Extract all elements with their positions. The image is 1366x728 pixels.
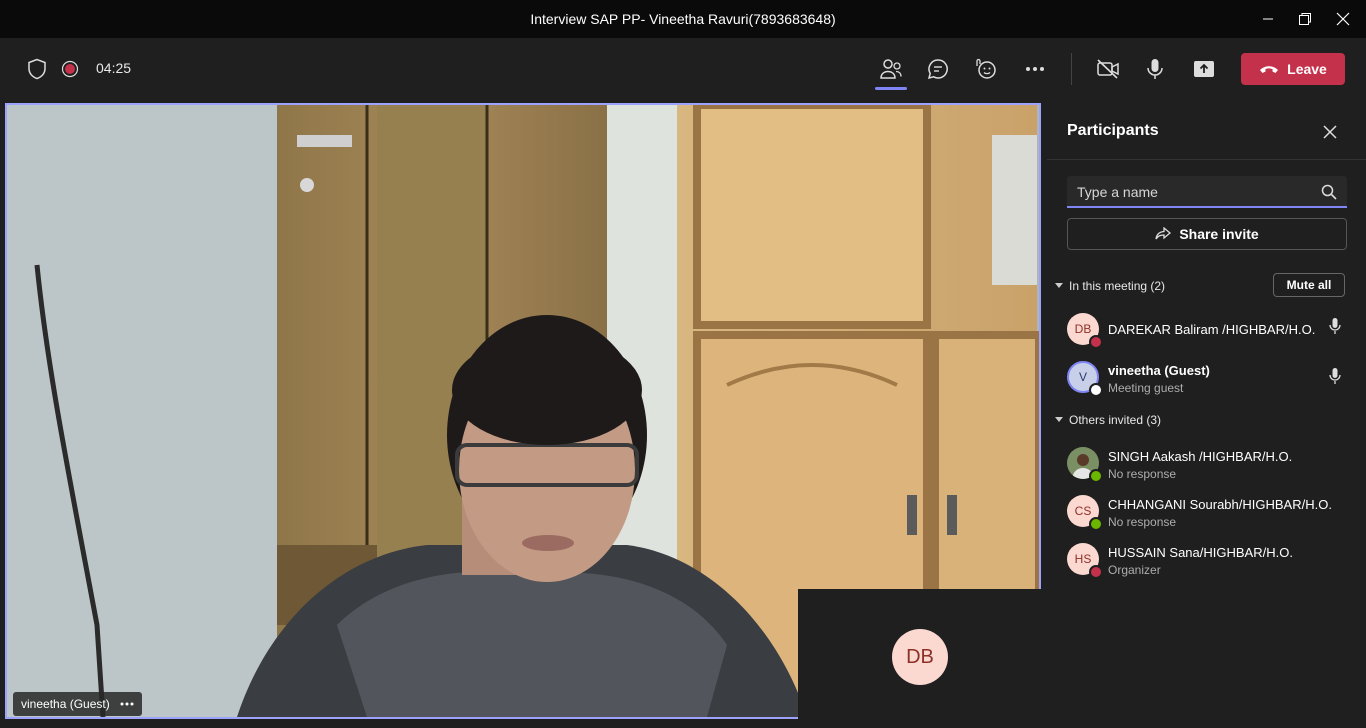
invited-item[interactable]: HS HUSSAIN Sana/HIGHBAR/H.O. Organizer — [1067, 540, 1357, 580]
self-preview-tile[interactable]: DB — [798, 589, 1043, 728]
leave-label: Leave — [1287, 61, 1327, 77]
close-icon — [1336, 12, 1350, 26]
participant-name: HUSSAIN Sana/HIGHBAR/H.O. — [1108, 545, 1293, 560]
search-icon — [1321, 184, 1337, 200]
status-available-badge — [1089, 469, 1103, 483]
record-icon — [61, 60, 79, 78]
participant-name: SINGH Aakash /HIGHBAR/H.O. — [1108, 449, 1293, 464]
status-offline-badge — [1089, 383, 1103, 397]
share-screen-icon — [1194, 61, 1214, 77]
close-window-button[interactable] — [1320, 0, 1366, 38]
status-busy-badge — [1089, 335, 1103, 349]
invited-item[interactable]: SINGH Aakash /HIGHBAR/H.O. No response — [1067, 444, 1357, 484]
invited-item[interactable]: CS CHHANGANI Sourabh/HIGHBAR/H.O. No res… — [1067, 492, 1357, 532]
others-invited-label: Others invited (3) — [1069, 413, 1162, 427]
minimize-icon — [1263, 18, 1273, 20]
participant-name: DAREKAR Baliram /HIGHBAR/H.O. — [1108, 322, 1316, 337]
participant-subtitle: No response — [1108, 467, 1177, 481]
participant-name: vineetha (Guest) — [1108, 363, 1210, 378]
participants-panel: Participants Share invite In this meetin… — [1047, 103, 1366, 728]
self-avatar: DB — [892, 629, 948, 685]
reactions-icon — [976, 58, 996, 79]
participant-name-label: vineetha (Guest) — [21, 697, 110, 711]
chevron-down-icon — [1055, 283, 1063, 288]
recording-indicator — [52, 51, 88, 87]
participant-subtitle: No response — [1108, 515, 1177, 529]
participant-name-tag[interactable]: vineetha (Guest) — [13, 692, 142, 716]
share-invite-button[interactable]: Share invite — [1067, 218, 1347, 250]
leave-button[interactable]: Leave — [1241, 53, 1345, 85]
mic-icon — [1329, 368, 1341, 384]
active-tab-indicator — [875, 87, 907, 90]
share-screen-button[interactable] — [1186, 51, 1222, 87]
chevron-down-icon — [1055, 417, 1063, 422]
panel-divider — [1047, 159, 1366, 160]
participant-item[interactable]: DB DAREKAR Baliram /HIGHBAR/H.O. — [1067, 310, 1357, 350]
mic-toggle-button[interactable] — [1137, 51, 1173, 87]
close-icon — [1323, 125, 1337, 139]
meeting-info-button[interactable] — [19, 51, 55, 87]
more-icon[interactable] — [120, 702, 134, 706]
mic-icon — [1147, 59, 1163, 79]
window-title: Interview SAP PP- Vineetha Ravuri(789368… — [530, 11, 836, 27]
participants-button[interactable] — [873, 51, 909, 87]
mic-icon — [1329, 318, 1341, 334]
meeting-toolbar: 04:25 Leave — [0, 38, 1366, 100]
participant-subtitle: Meeting guest — [1108, 381, 1184, 395]
participant-name: CHHANGANI Sourabh/HIGHBAR/H.O. — [1108, 497, 1332, 512]
camera-toggle-button[interactable] — [1090, 51, 1126, 87]
phone-hangup-icon — [1260, 66, 1279, 73]
close-panel-button[interactable] — [1317, 119, 1343, 145]
camera-off-icon — [1097, 59, 1119, 79]
participant-item[interactable]: V vineetha (Guest) Meeting guest — [1067, 358, 1357, 398]
participant-search[interactable] — [1067, 176, 1347, 208]
others-invited-section-toggle[interactable]: Others invited (3) — [1055, 413, 1161, 427]
status-available-badge — [1089, 517, 1103, 531]
more-icon — [1026, 67, 1044, 71]
in-meeting-label: In this meeting (2) — [1069, 279, 1166, 293]
title-bar: Interview SAP PP- Vineetha Ravuri(789368… — [0, 0, 1366, 38]
chat-icon — [927, 59, 948, 80]
participant-subtitle: Organizer — [1108, 563, 1161, 577]
mute-all-button[interactable]: Mute all — [1273, 273, 1345, 297]
shield-icon — [28, 58, 46, 80]
participants-icon — [880, 59, 902, 79]
share-icon — [1155, 227, 1172, 240]
share-invite-label: Share invite — [1179, 226, 1259, 242]
more-actions-button[interactable] — [1017, 51, 1053, 87]
search-input[interactable] — [1077, 182, 1307, 202]
chat-button[interactable] — [920, 51, 956, 87]
panel-title: Participants — [1067, 122, 1159, 139]
restore-icon — [1299, 13, 1311, 25]
in-meeting-section-toggle[interactable]: In this meeting (2) — [1055, 279, 1165, 293]
toolbar-divider — [1071, 53, 1072, 85]
status-busy-badge — [1089, 565, 1103, 579]
reactions-button[interactable] — [968, 51, 1004, 87]
meeting-timer: 04:25 — [96, 60, 132, 76]
